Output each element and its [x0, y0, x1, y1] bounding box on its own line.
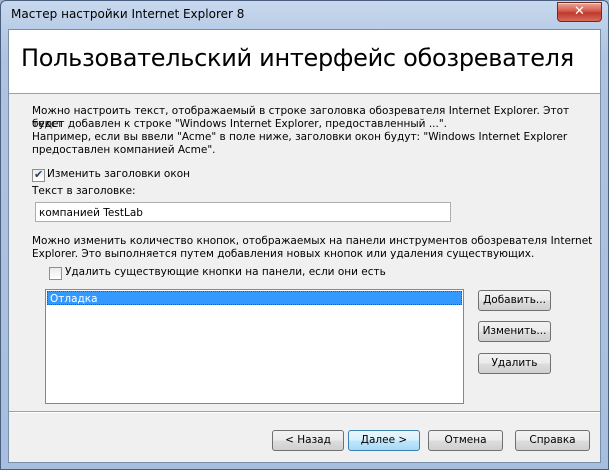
intro-line-2: будет добавлен к строке "Windows Interne… [32, 118, 447, 130]
back-button[interactable]: < Назад [272, 430, 344, 451]
add-button[interactable]: Добавить... [478, 290, 551, 311]
page-title: Пользовательский интерфейс обозревателя [21, 44, 574, 72]
delete-button[interactable]: Удалить [478, 353, 551, 374]
toolbar-info-line-2: Explorer. Это выполняется путем добавлен… [32, 248, 535, 260]
title-text-input[interactable]: компанией TestLab [35, 202, 451, 222]
title-bar[interactable]: Мастер настройки Internet Explorer 8 ✕ [1, 1, 608, 29]
close-button[interactable]: ✕ [557, 2, 602, 22]
intro-line-3: Например, если вы ввели "Acme" в поле ни… [32, 131, 568, 143]
page-header: Пользовательский интерфейс обозревателя [9, 30, 600, 94]
help-button[interactable]: Справка [515, 430, 590, 451]
delete-existing-checkbox[interactable] [49, 267, 62, 280]
close-icon: ✕ [574, 4, 585, 19]
window-title: Мастер настройки Internet Explorer 8 [11, 7, 245, 21]
next-button[interactable]: Далее > [348, 430, 420, 451]
wizard-window: Мастер настройки Internet Explorer 8 ✕ П… [0, 0, 609, 470]
change-titles-checkbox[interactable] [32, 168, 45, 182]
intro-line-4: предоставлен компанией Acme". [32, 144, 216, 156]
delete-existing-label[interactable]: Удалить существующие кнопки на панели, е… [65, 266, 386, 278]
list-item[interactable]: Отладка [47, 291, 462, 305]
cancel-button[interactable]: Отмена [428, 430, 503, 451]
title-text-label: Текст в заголовке: [32, 185, 136, 197]
edit-button[interactable]: Изменить... [478, 321, 551, 342]
footer-separator [9, 411, 600, 413]
change-titles-label[interactable]: Изменить заголовки окон [47, 168, 190, 180]
toolbar-buttons-list[interactable]: Отладка [45, 289, 464, 404]
toolbar-info-line-1: Можно изменить количество кнопок, отобра… [32, 235, 593, 247]
wizard-client-area: Пользовательский интерфейс обозревателя … [8, 29, 601, 463]
